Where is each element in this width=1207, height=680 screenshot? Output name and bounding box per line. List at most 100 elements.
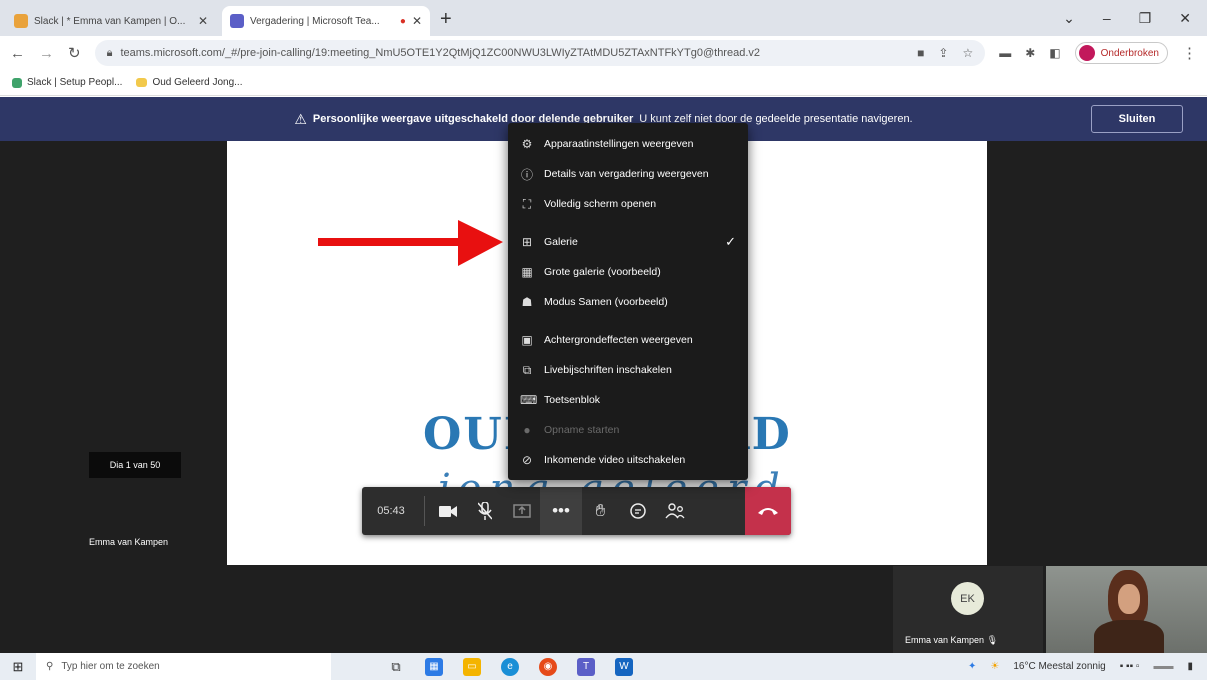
search-placeholder: Typ hier om te zoeken [61, 661, 160, 672]
teams-icon[interactable]: T [577, 657, 595, 676]
info-icon: ⓘ [520, 167, 533, 182]
taskbar-search-input[interactable]: ⚲ Typ hier om te zoeken [36, 653, 331, 680]
tab-search-icon[interactable]: ⌄ [1063, 10, 1075, 27]
participant-name: Emma van Kampen 🎙︎ [905, 635, 998, 645]
settings-icon: ⚙ [521, 137, 533, 151]
video-off-icon: ⊘ [521, 453, 533, 467]
browser-tab-strip: Slack | * Emma van Kampen | O... ✕ Verga… [0, 0, 1207, 36]
menu-item-settings[interactable]: ⚙ Apparaatinstellingen weergeven [508, 129, 748, 159]
menu-item-background-effects[interactable]: ▣ Achtergrondeffecten weergeven [508, 325, 748, 355]
sidepanel-icon[interactable]: ◧ [1049, 46, 1060, 60]
mic-muted-icon[interactable] [466, 487, 503, 535]
minimize-button[interactable]: – [1103, 10, 1111, 26]
record-icon: ● [523, 423, 531, 437]
menu-item-label: Modus Samen (voorbeeld) [544, 296, 668, 308]
forward-icon[interactable]: → [39, 45, 54, 62]
sluiten-button[interactable]: Sluiten [1091, 105, 1183, 133]
close-tab-icon[interactable]: ✕ [412, 14, 422, 28]
camera-icon[interactable]: ■ [917, 46, 924, 60]
share-icon[interactable]: ⇪ [938, 46, 948, 60]
close-tab-icon[interactable]: ✕ [198, 14, 208, 28]
checkmark-icon: ✓ [725, 234, 736, 249]
bookmarks-bar: Slack | Setup Peopl... Oud Geleerd Jong.… [0, 70, 1207, 96]
share-screen-icon[interactable] [503, 487, 540, 535]
extension-icon[interactable]: ▬ [999, 46, 1011, 60]
menu-item-label: Galerie [544, 236, 578, 248]
chrome-icon[interactable]: ◉ [539, 657, 557, 676]
new-tab-button[interactable]: + [440, 8, 452, 31]
bookmark-slack[interactable]: Slack | Setup Peopl... [12, 77, 122, 88]
word-icon[interactable]: W [615, 657, 633, 676]
keypad-icon: ⌨ [520, 393, 538, 407]
search-icon: ⚲ [46, 661, 54, 672]
puzzle-icon[interactable]: ✱ [1025, 46, 1035, 60]
person-body [1094, 620, 1164, 653]
notification-icon[interactable]: ▮ [1187, 661, 1193, 672]
tab-teams[interactable]: Vergadering | Microsoft Tea... ● ✕ [222, 6, 430, 36]
participants-icon[interactable] [656, 487, 693, 535]
profile-label: Onderbroken [1100, 47, 1159, 59]
menu-item-together-mode[interactable]: ☗ Modus Samen (voorbeeld) [508, 287, 748, 317]
menu-item-info[interactable]: ⓘ Details van vergadering weergeven [508, 159, 748, 189]
menu-item-label: Toetsenblok [544, 394, 601, 406]
participant-video-tile[interactable] [1046, 566, 1207, 653]
menu-item-video-off[interactable]: ⊘ Inkomende video uitschakelen [508, 445, 748, 475]
slack-icon [12, 77, 22, 88]
back-icon[interactable]: ← [10, 45, 25, 62]
call-timer: 05:43 [377, 505, 405, 517]
address-bar[interactable]: 🔒︎ teams.microsoft.com/_#/pre-join-calli… [94, 40, 986, 66]
task-view-icon[interactable]: ⧉ [387, 658, 405, 676]
reload-icon[interactable]: ↻ [68, 44, 81, 62]
avatar [1078, 45, 1095, 61]
omnibox-actions: ■ ⇪ ☆ [917, 46, 973, 60]
taskbar-apps: ⧉ ▦ ▭ e ◉ T W [387, 657, 633, 676]
chat-icon[interactable] [619, 487, 656, 535]
menu-item-label: Inkomende video uitschakelen [544, 454, 686, 466]
store-icon[interactable]: ▦ [425, 657, 443, 676]
avatar: EK [951, 582, 984, 615]
close-window-button[interactable]: ✕ [1179, 10, 1191, 27]
menu-item-gallery[interactable]: ⊞ Galerie ✓ [508, 227, 748, 257]
menu-item-record: ● Opname starten [508, 415, 748, 445]
explorer-icon[interactable]: ▭ [463, 657, 481, 676]
raise-hand-icon[interactable]: ✋︎ [582, 487, 619, 535]
system-tray: ✦ ☀ 16°C Meestal zonnig ▪ ▪▪ ▫ ▬▬ ▮ [968, 661, 1207, 672]
network-icon[interactable]: ✦ [968, 661, 976, 672]
menu-kebab-icon[interactable]: ⋮ [1182, 44, 1197, 62]
hang-up-button[interactable] [745, 487, 791, 535]
menu-item-label: Achtergrondeffecten weergeven [544, 334, 693, 346]
menu-item-large-gallery[interactable]: ▦ Grote galerie (voorbeeld) [508, 257, 748, 287]
call-control-bar: 05:43 ••• ✋︎ [362, 487, 791, 535]
mic-off-icon: 🎙︎ [986, 635, 998, 645]
slide-counter: Dia 1 van 50 [89, 452, 181, 478]
restore-button[interactable]: ❐ [1139, 10, 1152, 27]
menu-item-label: Details van vergadering weergeven [544, 168, 709, 180]
divider [424, 496, 425, 526]
presenter-name: Emma van Kampen [89, 537, 169, 547]
window-controls: ⌄ – ❐ ✕ [1063, 0, 1207, 36]
camera-toggle-icon[interactable] [429, 487, 466, 535]
menu-divider [508, 219, 748, 227]
tray-icons[interactable]: ▪ ▪▪ ▫ [1120, 661, 1140, 672]
tab-title: Vergadering | Microsoft Tea... [250, 15, 380, 27]
windows-start-icon[interactable]: ⊞ [0, 659, 36, 675]
menu-item-fullscreen[interactable]: ⛶ Volledig scherm openen [508, 189, 748, 219]
windows-taskbar: ⊞ ⚲ Typ hier om te zoeken ⧉ ▦ ▭ e ◉ T W … [0, 653, 1207, 680]
gallery-icon: ⊞ [521, 235, 533, 249]
profile-button[interactable]: Onderbroken [1074, 42, 1168, 64]
menu-item-keypad[interactable]: ⌨ Toetsenblok [508, 385, 748, 415]
warning-icon: ⚠ [294, 110, 307, 127]
edge-icon[interactable]: e [501, 657, 519, 676]
more-actions-icon[interactable]: ••• [540, 487, 582, 535]
fullscreen-icon: ⛶ [522, 196, 532, 211]
self-participant-tile[interactable]: EK Emma van Kampen 🎙︎ [893, 566, 1043, 653]
menu-item-captions[interactable]: ⧉ Livebijschriften inschakelen [508, 355, 748, 385]
teams-favicon-icon [230, 14, 244, 28]
bookmark-star-icon[interactable]: ☆ [962, 46, 973, 60]
clock[interactable]: ▬▬ [1153, 661, 1173, 672]
bookmark-folder[interactable]: Oud Geleerd Jong... [136, 77, 243, 88]
tab-slack[interactable]: Slack | * Emma van Kampen | O... ✕ [6, 6, 216, 36]
background-effects-icon: ▣ [521, 333, 533, 347]
more-actions-menu: ⚙ Apparaatinstellingen weergeven ⓘ Details … [508, 123, 748, 480]
weather-text[interactable]: 16°C Meestal zonnig [1013, 661, 1105, 672]
